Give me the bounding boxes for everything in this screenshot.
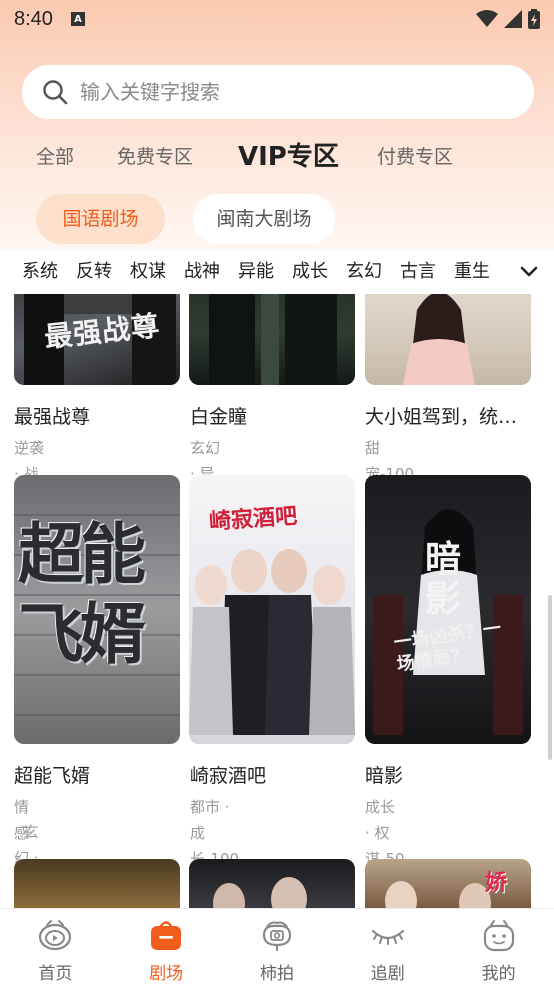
tab-vip[interactable]: VIP专区	[238, 136, 339, 178]
poster-art	[213, 877, 307, 908]
genre-item[interactable]: 系统	[22, 250, 58, 294]
drama-poster[interactable]: 超能飞婿	[14, 475, 180, 744]
genre-item[interactable]: 古言	[400, 250, 436, 294]
search-icon	[43, 80, 68, 105]
poster-title: 暗影	[425, 538, 462, 620]
drama-poster[interactable]: 最强战尊	[14, 294, 180, 385]
wifi-icon	[476, 10, 498, 27]
home-play-icon	[39, 920, 72, 951]
theater-mandarin[interactable]: 国语剧场	[36, 194, 165, 244]
poster-title: 崎寂酒吧	[208, 502, 298, 536]
genre-filter-row: 系统 反转 权谋 战神 异能 成长 玄幻 古言 重生 爱	[0, 250, 554, 294]
drama-title[interactable]: 大小姐驾到，统…	[365, 402, 531, 429]
drama-title[interactable]: 白金瞳	[190, 402, 356, 429]
eye-lashes-icon	[371, 929, 404, 945]
drama-poster[interactable]	[365, 294, 531, 385]
poster-title: 娇	[485, 871, 508, 896]
bottom-nav: 首页 剧场 柿拍 追剧 我的	[0, 908, 554, 985]
search-bar[interactable]	[22, 65, 534, 119]
theater-minnan[interactable]: 闽南大剧场	[193, 194, 335, 244]
poster-art	[403, 294, 475, 385]
genre-item[interactable]: 异能	[238, 250, 274, 294]
drama-title[interactable]: 最强战尊	[14, 402, 180, 429]
drama-poster[interactable]	[189, 859, 355, 908]
chevron-down-icon	[520, 266, 538, 277]
signal-icon	[504, 10, 522, 28]
expand-genres-button[interactable]	[504, 250, 554, 294]
tab-all[interactable]: 全部	[36, 136, 74, 178]
drama-poster[interactable]: 娇	[365, 859, 531, 908]
nav-label: 剧场	[149, 964, 184, 984]
genre-item[interactable]: 权谋	[130, 250, 166, 294]
tab-free[interactable]: 免费专区	[117, 136, 193, 178]
nav-theater[interactable]: 剧场	[111, 909, 222, 985]
search-input[interactable]	[80, 80, 480, 104]
robot-face-icon	[483, 920, 514, 952]
nav-follow[interactable]: 追剧	[332, 909, 443, 985]
genre-item[interactable]: 重生	[454, 250, 490, 294]
nav-label: 追剧	[370, 964, 405, 984]
persimmon-camera-icon	[262, 921, 292, 951]
genre-fade	[486, 250, 506, 294]
genre-item[interactable]: 玄幻	[346, 250, 382, 294]
drama-poster[interactable]	[189, 294, 355, 385]
nav-shipai[interactable]: 柿拍	[222, 909, 333, 985]
tab-paid[interactable]: 付费专区	[377, 136, 453, 178]
genre-item[interactable]: 战神	[184, 250, 220, 294]
status-time: 8:40	[14, 7, 53, 30]
nav-mine[interactable]: 我的	[443, 909, 554, 985]
drama-title[interactable]: 超能飞婿	[14, 761, 180, 788]
zone-tabs: 全部 免费专区 VIP专区 付费专区	[0, 136, 554, 178]
poster-art	[209, 294, 337, 385]
drama-grid: 最强战尊 最强战尊 逆袭 · 战神-76集 白金瞳 玄幻 · 异能-95集 大小…	[0, 294, 554, 908]
scrollbar[interactable]	[548, 595, 552, 760]
nav-home[interactable]: 首页	[0, 909, 111, 985]
nav-label: 我的	[481, 964, 516, 984]
genre-item[interactable]: 成长	[292, 250, 328, 294]
drama-title[interactable]: 崎寂酒吧	[190, 761, 356, 788]
poster-title: 超能飞婿	[18, 516, 146, 673]
nav-label: 首页	[38, 964, 73, 984]
genre-item[interactable]: 反转	[76, 250, 112, 294]
drama-poster[interactable]: 暗影 一场凶杀？一场情局？	[365, 475, 531, 744]
status-bar: 8:40 A	[0, 0, 554, 38]
nav-label: 柿拍	[259, 964, 294, 984]
drama-title[interactable]: 暗影	[365, 761, 531, 788]
drama-poster[interactable]: 崎寂酒吧	[189, 475, 355, 744]
battery-icon	[528, 9, 540, 29]
drama-poster[interactable]	[14, 859, 180, 908]
theater-bag-icon	[151, 921, 182, 950]
notification-icon: A	[70, 12, 85, 26]
